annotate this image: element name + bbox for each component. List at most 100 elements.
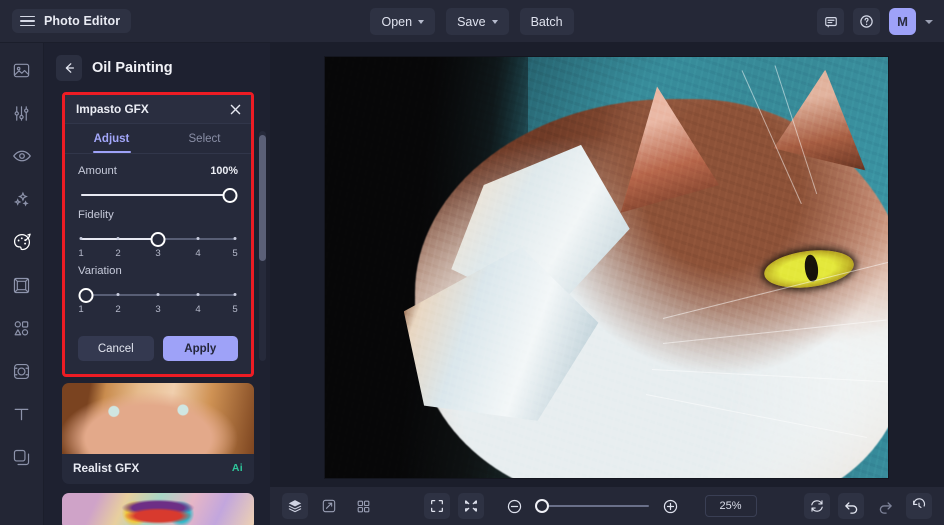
amount-slider[interactable] <box>78 185 238 205</box>
sidebar-item-shapes[interactable] <box>9 315 35 341</box>
sidebar-item-frame[interactable] <box>9 272 35 298</box>
variation-slider-thumb[interactable] <box>78 287 94 303</box>
tick-1 <box>79 236 83 240</box>
amount-label: Amount <box>78 165 117 177</box>
chat-icon <box>824 16 837 27</box>
chat-button[interactable] <box>817 8 844 35</box>
tick-2 <box>116 292 120 296</box>
history-button[interactable] <box>906 493 932 519</box>
preset-card-next[interactable] <box>62 493 254 525</box>
control-amount: Amount 100% <box>78 165 238 205</box>
compare-icon <box>322 499 336 513</box>
undo-icon <box>844 501 857 514</box>
cancel-button[interactable]: Cancel <box>78 336 154 361</box>
hamburger-icon <box>20 15 35 27</box>
tick-4 <box>196 236 200 240</box>
variation-tick-label-2: 2 <box>115 304 121 315</box>
zoom-level-value[interactable]: 25% <box>704 495 757 517</box>
fidelity-slider-thumb[interactable] <box>150 231 166 247</box>
image-icon <box>13 63 30 77</box>
batch-button[interactable]: Batch <box>519 8 574 35</box>
user-avatar[interactable]: M <box>889 8 916 35</box>
zoom-out-icon <box>507 499 522 513</box>
text-icon <box>14 408 29 420</box>
palette-icon <box>13 233 31 251</box>
close-button[interactable] <box>228 102 242 116</box>
variation-tick-label-5: 5 <box>232 304 238 315</box>
zoom-in-icon <box>663 499 678 513</box>
fidelity-slider[interactable] <box>78 229 238 249</box>
fidelity-label: Fidelity <box>78 209 114 221</box>
sidebar-item-enhance[interactable] <box>9 186 35 212</box>
eye-icon <box>12 150 31 162</box>
grid-view-button[interactable] <box>350 493 376 519</box>
photo-editor-window: Photo Editor Open Save Batch M Oil Paint… <box>0 0 944 525</box>
history-icon <box>913 498 926 508</box>
back-button[interactable] <box>56 55 82 81</box>
amount-slider-thumb[interactable] <box>222 187 238 203</box>
compare-button[interactable] <box>316 493 342 519</box>
dialog-tabs: Adjust Select <box>65 124 251 154</box>
sidebar-item-artistic[interactable] <box>9 229 35 255</box>
open-label: Open <box>381 14 413 29</box>
control-fidelity: Fidelity 1 2 3 4 5 <box>78 209 238 261</box>
tab-adjust[interactable]: Adjust <box>65 124 158 153</box>
oil-painting-cat-butterfly-image <box>325 57 888 478</box>
close-icon <box>230 104 240 114</box>
apply-button[interactable]: Apply <box>162 336 238 361</box>
batch-label: Batch <box>530 14 563 29</box>
variation-tick-labels: 1 2 3 4 5 <box>78 304 238 317</box>
variation-slider[interactable] <box>78 285 238 305</box>
account-chevron-down-icon[interactable] <box>925 19 933 24</box>
preset-card-realist-gfx[interactable]: Realist GFX Ai <box>62 383 254 484</box>
sidebar-item-image[interactable] <box>9 57 35 83</box>
panel-scrollbar-thumb[interactable] <box>259 135 266 261</box>
redo-button[interactable] <box>872 493 898 519</box>
variation-tick-label-4: 4 <box>195 304 201 315</box>
sidebar-item-preview[interactable] <box>9 143 35 169</box>
view-controls <box>423 493 484 519</box>
preset-thumbnail <box>62 493 254 525</box>
layers-stack-icon <box>13 449 30 465</box>
tick-2 <box>116 236 120 240</box>
tab-select[interactable]: Select <box>158 124 251 153</box>
history-controls <box>804 493 932 519</box>
zoom-in-button[interactable] <box>658 493 684 519</box>
bottom-toolbar: 25% <box>270 486 944 525</box>
tick-4 <box>196 292 200 296</box>
save-label: Save <box>457 14 486 29</box>
undo-button[interactable] <box>838 493 864 519</box>
fullscreen-button[interactable] <box>423 493 450 519</box>
bottom-left-tools <box>282 493 376 519</box>
sidebar-item-text[interactable] <box>9 401 35 427</box>
zoom-slider-thumb[interactable] <box>534 499 549 513</box>
layers-button[interactable] <box>282 493 308 519</box>
save-button[interactable]: Save <box>446 8 509 35</box>
sidebar-item-adjust[interactable] <box>9 100 35 126</box>
open-button[interactable]: Open <box>370 8 436 35</box>
fullscreen-icon <box>430 500 443 512</box>
help-button[interactable] <box>853 8 880 35</box>
effects-panel-column: Oil Painting Impasto GFX Adjust Select A… <box>44 43 270 525</box>
ai-badge: Ai <box>231 462 243 474</box>
slider-fill <box>81 238 161 240</box>
fidelity-tick-label-2: 2 <box>115 248 121 259</box>
zoom-out-button[interactable] <box>502 493 528 519</box>
canvas-area[interactable] <box>270 43 944 486</box>
panel-header: Oil Painting <box>44 43 270 91</box>
redo-icon <box>879 501 892 514</box>
reset-button[interactable] <box>804 493 830 519</box>
preset-list: Realist GFX Ai <box>62 383 254 525</box>
layers-icon <box>288 500 302 513</box>
sidebar-item-layers[interactable] <box>9 444 35 470</box>
dialog-header: Impasto GFX <box>65 95 251 124</box>
app-menu-button[interactable]: Photo Editor <box>12 9 132 33</box>
effects-icon <box>13 363 30 379</box>
tick-5 <box>233 236 237 240</box>
tick-5 <box>233 292 237 296</box>
fit-to-screen-button[interactable] <box>457 493 484 519</box>
artboard[interactable] <box>325 57 888 478</box>
zoom-slider[interactable] <box>534 499 649 513</box>
page-title: Oil Painting <box>92 60 173 76</box>
sidebar-item-effects[interactable] <box>9 358 35 384</box>
